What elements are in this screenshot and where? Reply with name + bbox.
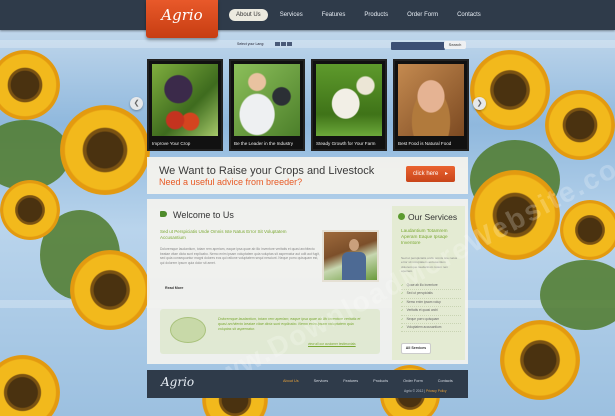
welcome-paragraph: Doloremque laudantium, totam rem aperiam… — [160, 247, 320, 265]
language-flag-icon[interactable] — [287, 42, 292, 46]
services-list-item[interactable]: ✓ Neque porro quisquam — [401, 316, 461, 324]
footer-nav-order-form[interactable]: Order Form — [403, 379, 423, 383]
sunflower — [545, 90, 615, 160]
logo[interactable]: Agrio — [146, 0, 218, 38]
top-navigation-bar: About Us Services Features Products Orde… — [0, 0, 615, 30]
language-flag-icon[interactable] — [275, 42, 280, 46]
gallery-prev-arrow-icon[interactable]: ❮ — [130, 97, 143, 110]
leaf — [540, 260, 615, 330]
leaf-icon — [398, 213, 405, 220]
services-item-label: Nemo enim ipsam volup — [406, 299, 441, 304]
sunflower — [0, 50, 60, 120]
services-list-item[interactable]: ✓ Nemo enim ipsam volup — [401, 299, 461, 308]
sunflower — [70, 250, 150, 330]
banner-subtitle: Need a useful advice from breeder? — [159, 177, 303, 187]
search-input[interactable] — [391, 42, 445, 50]
farmer-photo — [234, 64, 300, 136]
nav-services[interactable]: Services — [273, 9, 310, 21]
footer: Agrio About Us Services Features Product… — [147, 370, 468, 398]
check-icon: ✓ — [401, 308, 404, 313]
services-list-item[interactable]: ✓ Veritatis et quasi archi — [401, 307, 461, 316]
image-gallery: Improve Your Crop Be the Leader in the I… — [147, 59, 469, 153]
arrow-right-icon: ▸ — [444, 171, 448, 177]
check-icon: ✓ — [401, 299, 404, 304]
welcome-title: Welcome to Us — [173, 210, 234, 220]
sunflower — [60, 105, 150, 195]
click-here-label: click here — [413, 171, 439, 177]
flag-icon — [160, 211, 167, 217]
nav-about-us[interactable]: About Us — [229, 9, 268, 21]
sunflower — [500, 320, 580, 400]
services-item-label: Voluptatem accusantium — [406, 324, 442, 329]
services-item-label: Neque porro quisquam — [406, 316, 440, 321]
footer-nav-services[interactable]: Services — [314, 379, 329, 383]
farmer-head — [349, 239, 359, 251]
main-nav: About Us Services Features Products Orde… — [229, 9, 493, 21]
footer-nav-contacts[interactable]: Contacts — [438, 379, 453, 383]
gallery-caption: Improve Your Crop — [152, 141, 191, 146]
copyright-text: Agrio © 2012 | — [404, 389, 426, 393]
footer-nav-about-us[interactable]: About Us — [283, 379, 299, 383]
copyright: Agrio © 2012 | Privacy Policy — [404, 389, 447, 393]
promo-banner: We Want to Raise your Crops and Livestoc… — [147, 157, 468, 194]
sunflower — [0, 355, 60, 416]
welcome-intro: Sed ut Perspiciatis Unde Omnis Iste Natu… — [160, 229, 287, 240]
farmer-body — [342, 252, 366, 280]
language-label: Select your Lang: — [237, 42, 265, 46]
nav-contacts[interactable]: Contacts — [450, 9, 488, 21]
footer-nav: About Us Services Features Products Orde… — [283, 379, 468, 383]
nav-order-form[interactable]: Order Form — [400, 9, 445, 21]
sunflower — [0, 180, 60, 240]
gallery-card[interactable]: Best Food is Natural Food — [393, 59, 469, 151]
language-flag-icon[interactable] — [281, 42, 286, 46]
services-item-label: Veritatis et quasi archi — [406, 308, 438, 313]
click-here-button[interactable]: click here ▸ — [406, 166, 455, 182]
check-icon: ✓ — [401, 316, 404, 321]
footer-nav-features[interactable]: Features — [343, 379, 358, 383]
vegetables-photo — [152, 64, 218, 136]
gallery-caption: Steady Growth for Your Farm — [316, 141, 376, 146]
search-button[interactable]: Search — [444, 41, 466, 49]
grain-photo — [398, 64, 464, 136]
gallery-caption: Be the Leader in the Industry — [234, 141, 293, 146]
gallery-card[interactable]: Be the Leader in the Industry — [229, 59, 305, 151]
footer-logo[interactable]: Agrio — [161, 375, 194, 389]
gallery-card[interactable]: Steady Growth for Your Farm — [311, 59, 387, 151]
footer-nav-products[interactable]: Products — [373, 379, 388, 383]
quote-icon — [170, 317, 206, 343]
all-services-button[interactable]: All Services — [401, 343, 431, 354]
gallery-next-arrow-icon[interactable]: ❯ — [473, 97, 486, 110]
language-selector — [275, 42, 292, 46]
farmer-photo — [322, 230, 379, 282]
gallery-caption: Best Food is Natural Food — [398, 141, 452, 146]
read-more-link[interactable]: Read More — [165, 286, 183, 290]
nav-features[interactable]: Features — [315, 9, 353, 21]
services-title: Our Services — [408, 212, 458, 222]
nav-products[interactable]: Products — [357, 9, 395, 21]
services-list-item[interactable]: ✓ Voluptatem accusantium — [401, 324, 461, 333]
check-icon: ✓ — [401, 324, 404, 329]
logo-text: Agrio — [161, 6, 203, 24]
sky-stripe — [0, 40, 615, 48]
sunflower — [470, 50, 550, 130]
gallery-card[interactable]: Improve Your Crop — [147, 59, 223, 151]
banner-title: We Want to Raise your Crops and Livestoc… — [159, 165, 375, 177]
sheep-photo — [316, 64, 382, 136]
privacy-policy-link[interactable]: Privacy Policy — [426, 389, 447, 393]
